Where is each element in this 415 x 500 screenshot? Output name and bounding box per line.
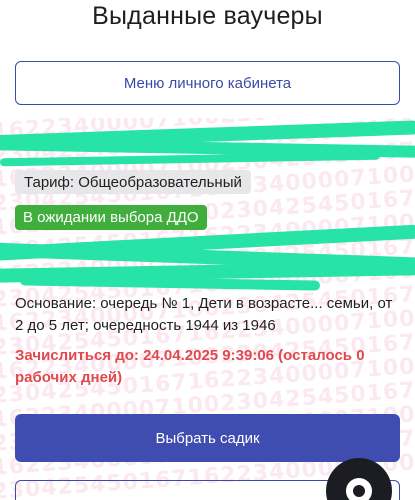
voucher-basis: Основание: очередь № 1, Дети в возрасте.… [15, 295, 393, 334]
enrollment-deadline: Зачислиться до: 24.04.2025 9:39:06 (оста… [15, 347, 365, 386]
account-menu-button[interactable]: Меню личного кабинета [15, 61, 400, 105]
status-badge: В ожидании выбора ДДО [15, 205, 207, 230]
tariff-badge: Тариф: Общеобразовательный [15, 170, 251, 194]
choose-kindergarten-button[interactable]: Выбрать садик [15, 414, 400, 462]
page-title: Выданные ваучеры [92, 2, 323, 30]
chat-icon [346, 478, 372, 500]
